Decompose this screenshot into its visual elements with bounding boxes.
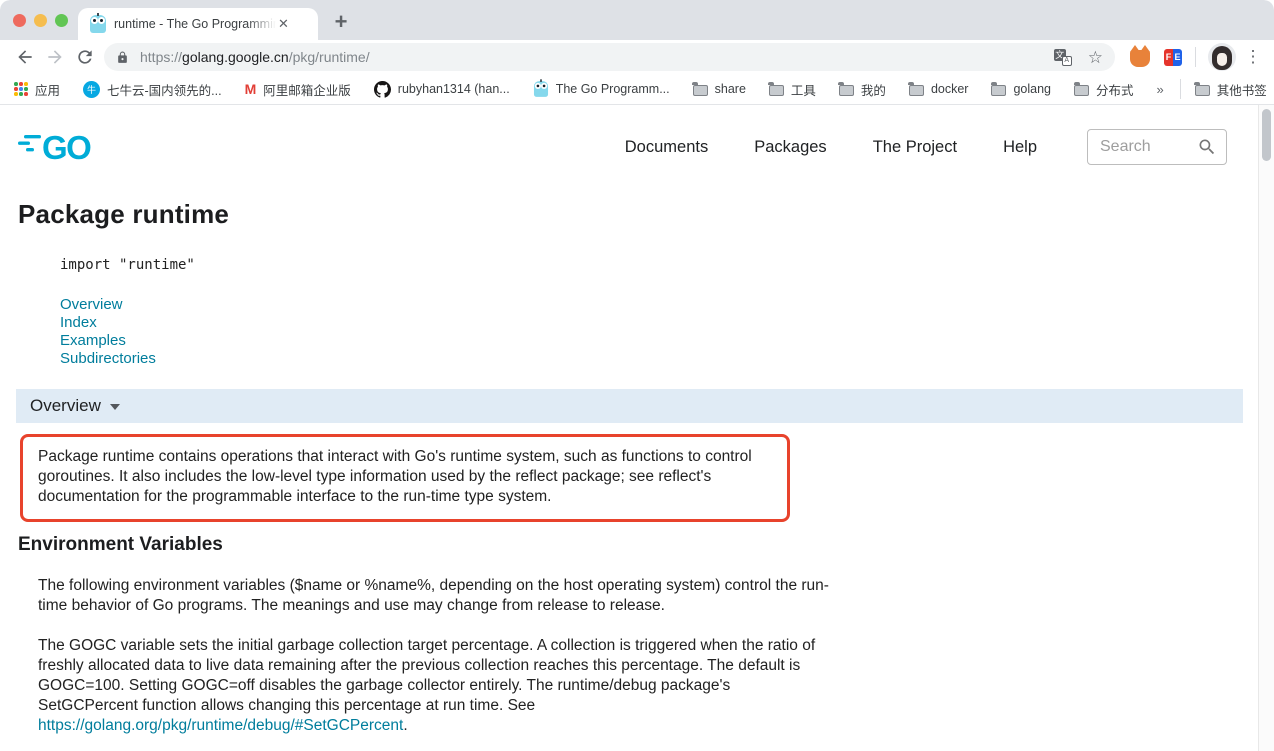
extension-fe-button[interactable]: FE: [1164, 49, 1182, 66]
nav-documents[interactable]: Documents: [625, 138, 708, 157]
url-domain: golang.google.cn: [182, 49, 289, 65]
url-text: https://golang.google.cn/pkg/runtime/: [140, 49, 370, 65]
forward-arrow-icon: [45, 47, 65, 67]
site-nav: Documents Packages The Project Help: [625, 138, 1037, 157]
url-path: /pkg/runtime/: [289, 49, 370, 65]
browser-window: runtime - The Go Programming ✕ + https:/…: [0, 0, 1274, 751]
folder-icon: [693, 85, 708, 96]
bookmark-github[interactable]: rubyhan1314 (han...: [374, 81, 510, 98]
toc-link-index[interactable]: Index: [60, 314, 97, 332]
bookmark-go-site[interactable]: The Go Programm...: [533, 80, 670, 98]
gopher-favicon-icon: [90, 15, 106, 33]
qiniu-icon: 牛: [83, 81, 100, 98]
url-scheme: https://: [140, 49, 182, 65]
folder-icon: [839, 85, 854, 96]
site-header: GO Documents Packages The Project Help: [0, 105, 1274, 175]
scrollbar-thumb[interactable]: [1262, 109, 1271, 161]
reload-button[interactable]: [70, 43, 100, 71]
tab-close-icon[interactable]: ✕: [276, 16, 291, 32]
back-button[interactable]: [10, 43, 40, 71]
bookmarks-separator: [1180, 79, 1181, 99]
bookmark-qiniu[interactable]: 牛 七牛云-国内领先的...: [83, 80, 222, 99]
mail-m-icon: M: [245, 81, 257, 97]
go-logo[interactable]: GO: [18, 126, 106, 168]
folder-icon: [769, 85, 784, 96]
folder-icon: [909, 85, 924, 96]
folder-icon: [991, 85, 1006, 96]
gopher-icon: [534, 81, 548, 97]
back-arrow-icon: [15, 47, 35, 67]
new-tab-button[interactable]: +: [328, 9, 354, 35]
toolbar-separator: [1195, 47, 1196, 67]
https-lock-icon: [116, 51, 129, 64]
tab-strip: runtime - The Go Programming ✕ +: [0, 0, 1274, 40]
page-content: GO Documents Packages The Project Help P…: [0, 105, 1274, 751]
close-window-button[interactable]: [13, 14, 26, 27]
svg-text:GO: GO: [42, 129, 91, 166]
caret-down-icon: [110, 404, 120, 410]
env-paragraph-2: The GOGC variable sets the initial garba…: [38, 636, 830, 736]
bookmark-folder-mine[interactable]: 我的: [839, 80, 886, 99]
bookmark-apps[interactable]: 应用: [14, 80, 60, 99]
import-code: import "runtime": [60, 257, 1274, 273]
translate-page-button[interactable]: 文 A: [1054, 49, 1072, 66]
browser-tab[interactable]: runtime - The Go Programming ✕: [78, 8, 318, 40]
forward-button[interactable]: [40, 43, 70, 71]
tab-title: runtime - The Go Programming: [114, 17, 276, 31]
page-scrollbar[interactable]: [1258, 105, 1274, 751]
overview-section-title: Overview: [30, 396, 101, 416]
browser-toolbar: https://golang.google.cn/pkg/runtime/ 文 …: [0, 40, 1274, 74]
folder-icon: [1074, 85, 1089, 96]
env-paragraph-1: The following environment variables ($na…: [38, 576, 830, 616]
bookmarks-overflow-chevron-icon[interactable]: »: [1157, 82, 1164, 97]
search-icon[interactable]: [1197, 137, 1217, 157]
red-annotation-box: Package runtime contains operations that…: [20, 434, 790, 522]
fe-extension-icon: FE: [1164, 49, 1182, 66]
nav-help[interactable]: Help: [1003, 138, 1037, 157]
overview-section-toggle[interactable]: Overview: [16, 389, 1243, 423]
page-title: Package runtime: [18, 199, 1274, 230]
bookmark-folder-docker[interactable]: docker: [909, 82, 969, 96]
search-input[interactable]: [1100, 138, 1197, 156]
extension-fox-button[interactable]: [1130, 47, 1150, 67]
environment-variables-heading: Environment Variables: [18, 534, 1274, 556]
toc-link-overview[interactable]: Overview: [60, 296, 123, 314]
bookmark-star-icon[interactable]: ☆: [1088, 49, 1103, 66]
fox-extension-icon: [1130, 50, 1150, 67]
github-icon: [374, 81, 391, 98]
nav-the-project[interactable]: The Project: [873, 138, 957, 157]
apps-grid-icon: [14, 82, 28, 96]
browser-menu-button[interactable]: ⋮: [1242, 47, 1264, 67]
toc-link-subdirectories[interactable]: Subdirectories: [60, 350, 156, 368]
folder-icon: [1195, 85, 1210, 96]
reload-icon: [75, 47, 95, 67]
bookmark-alimail[interactable]: M 阿里邮箱企业版: [245, 80, 351, 99]
bookmark-folder-share[interactable]: share: [693, 82, 746, 96]
toc-links: Overview Index Examples Subdirectories: [60, 296, 1274, 368]
minimize-window-button[interactable]: [34, 14, 47, 27]
traffic-lights: [13, 14, 68, 27]
profile-avatar[interactable]: [1208, 43, 1236, 71]
bookmark-folder-distributed[interactable]: 分布式: [1074, 80, 1134, 99]
zoom-window-button[interactable]: [55, 14, 68, 27]
setgcpercent-link[interactable]: https://golang.org/pkg/runtime/debug/#Se…: [38, 717, 403, 734]
address-bar[interactable]: https://golang.google.cn/pkg/runtime/ 文 …: [104, 43, 1115, 71]
site-search-box[interactable]: [1087, 129, 1227, 165]
bookmark-folder-tools[interactable]: 工具: [769, 80, 816, 99]
bookmark-folder-golang[interactable]: golang: [991, 82, 1051, 96]
toc-link-examples[interactable]: Examples: [60, 332, 126, 350]
other-bookmarks-button[interactable]: 其他书签: [1195, 80, 1267, 99]
bookmarks-bar: 应用 牛 七牛云-国内领先的... M 阿里邮箱企业版 rubyhan1314 …: [0, 74, 1274, 105]
nav-packages[interactable]: Packages: [754, 138, 826, 157]
overview-paragraph: Package runtime contains operations that…: [38, 447, 773, 507]
